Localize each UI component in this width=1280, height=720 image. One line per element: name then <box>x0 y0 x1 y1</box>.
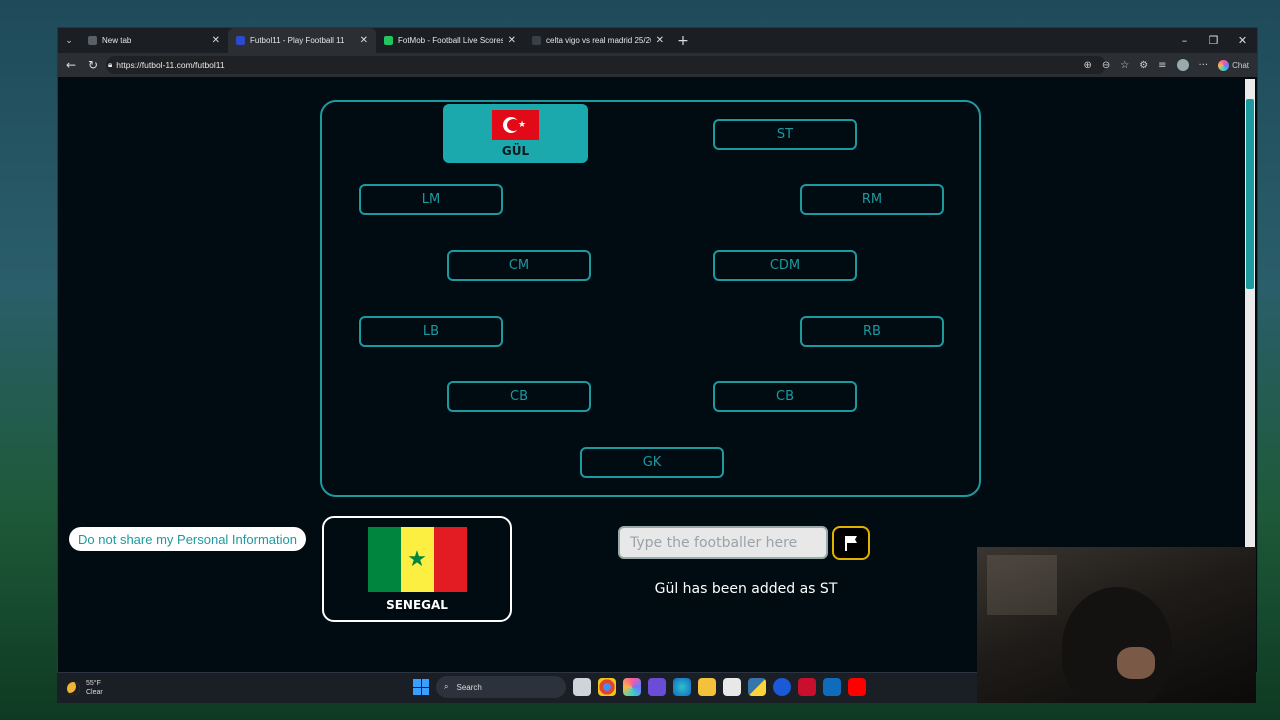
turkey-flag-icon: ★ <box>492 109 539 140</box>
weather-temp: 55°F <box>86 680 101 687</box>
search-icon: ⌕ <box>444 682 449 691</box>
do-not-share-button[interactable]: Do not share my Personal Information <box>69 527 306 551</box>
futbol11-favicon-icon <box>236 36 245 45</box>
teams-icon[interactable] <box>648 678 666 696</box>
tab-actions-menu-icon[interactable]: ⌄ <box>58 28 80 53</box>
fotmob-favicon-icon <box>384 36 393 45</box>
country-name: SENEGAL <box>386 597 448 612</box>
close-tab-icon[interactable]: ✕ <box>212 35 220 46</box>
webcam-overlay <box>977 547 1256 703</box>
tab-title: celta vigo vs real madrid 25/26 - S <box>546 36 651 45</box>
copilot-icon <box>1218 59 1230 71</box>
profile-avatar-icon[interactable] <box>1176 59 1189 71</box>
microsoft-store-icon[interactable] <box>723 678 741 696</box>
youtube-icon[interactable] <box>848 678 866 696</box>
window-controls: – ❐ ✕ <box>1170 28 1257 53</box>
url-field-background <box>106 56 1106 74</box>
tab-title: FotMob - Football Live Scores <box>398 36 503 45</box>
position-slot-lm[interactable]: LM <box>359 184 503 215</box>
position-slot-gk[interactable]: GK <box>580 447 724 478</box>
position-slot-cm[interactable]: CM <box>447 250 591 281</box>
hp-icon[interactable] <box>773 678 791 696</box>
collections-icon[interactable]: ≡ <box>1158 60 1166 71</box>
close-tab-icon[interactable]: ✕ <box>656 35 664 46</box>
task-view-icon[interactable] <box>573 678 591 696</box>
tab-futbol11[interactable]: Futbol11 - Play Football 11 ✕ <box>228 28 376 53</box>
windows-taskbar: 55°F Clear ⌕ Search <box>57 673 977 703</box>
read-aloud-icon[interactable]: ⊖ <box>1102 60 1110 71</box>
chat-label: Chat <box>1232 60 1249 70</box>
weather-desc: Clear <box>86 689 103 696</box>
copilot-chat-button[interactable]: Chat <box>1218 59 1249 71</box>
start-windows-icon[interactable] <box>413 679 429 695</box>
senegal-flag-icon: ★ <box>367 526 467 592</box>
mcafee-icon[interactable] <box>798 678 816 696</box>
new-tab-plus-icon[interactable]: + <box>672 33 694 49</box>
tab-new-tab[interactable]: New tab ✕ <box>80 28 228 53</box>
position-slot-filled[interactable]: ★ GÜL <box>443 104 588 163</box>
position-slot-rb[interactable]: RB <box>800 316 944 347</box>
formation-pitch <box>320 100 981 497</box>
tab-title: New tab <box>102 36 132 45</box>
position-slot-rm[interactable]: RM <box>800 184 944 215</box>
more-options-icon[interactable]: ··· <box>1199 60 1209 71</box>
position-slot-lb[interactable]: LB <box>359 316 503 347</box>
zoom-icon[interactable]: ⊕ <box>1083 60 1091 71</box>
extensions-icon[interactable]: ⚙ <box>1139 60 1148 71</box>
toolbar-icons: ⊕ ⊖ ☆ ⚙ ≡ ··· Chat <box>1083 53 1249 77</box>
taskbar-search[interactable]: ⌕ Search <box>436 676 566 698</box>
close-tab-icon[interactable]: ✕ <box>508 35 516 46</box>
scrollbar-thumb[interactable] <box>1246 99 1254 289</box>
position-slot-cb-left[interactable]: CB <box>447 381 591 412</box>
minimize-icon[interactable]: – <box>1170 28 1199 53</box>
tab-title: Futbol11 - Play Football 11 <box>250 36 345 45</box>
address-bar: ← ↻ 🔒︎ https://futbol-11.com/futbol11 ⊕ … <box>58 53 1257 77</box>
refresh-icon[interactable]: ↻ <box>86 58 100 72</box>
status-message: Gül has been added as ST <box>654 581 838 597</box>
close-tab-icon[interactable]: ✕ <box>360 35 368 46</box>
url-field[interactable]: 🔒︎ https://futbol-11.com/futbol11 <box>108 60 225 70</box>
new-tab-favicon-icon <box>88 36 97 45</box>
back-arrow-icon[interactable]: ← <box>64 58 78 72</box>
tab-search-celta[interactable]: celta vigo vs real madrid 25/26 - S ✕ <box>524 28 672 53</box>
tab-bar: ⌄ New tab ✕ Futbol11 - Play Football 11 … <box>58 28 1257 53</box>
lock-icon: 🔒︎ <box>108 60 113 69</box>
file-explorer-icon[interactable] <box>698 678 716 696</box>
edge-icon[interactable] <box>673 678 691 696</box>
position-slot-cb-right[interactable]: CB <box>713 381 857 412</box>
tab-fotmob[interactable]: FotMob - Football Live Scores ✕ <box>376 28 524 53</box>
taskbar-search-label: Search <box>456 682 482 692</box>
url-text: https://futbol-11.com/futbol11 <box>116 60 225 70</box>
outlook-icon[interactable] <box>823 678 841 696</box>
footballer-search-input[interactable] <box>618 526 828 559</box>
position-slot-st[interactable]: ST <box>713 119 857 150</box>
close-window-icon[interactable]: ✕ <box>1228 28 1257 53</box>
page-scrollbar[interactable] <box>1245 79 1255 549</box>
give-up-flag-button[interactable] <box>832 526 870 560</box>
copilot-app-icon[interactable] <box>623 678 641 696</box>
taskbar-apps: ⌕ Search <box>413 676 866 698</box>
placed-player-name: GÜL <box>501 143 530 158</box>
position-slot-cdm[interactable]: CDM <box>713 250 857 281</box>
moon-icon <box>67 681 80 695</box>
restore-icon[interactable]: ❐ <box>1199 28 1228 53</box>
flag-icon <box>845 536 857 551</box>
country-card: ★ SENEGAL <box>322 516 512 622</box>
chrome-icon[interactable] <box>598 678 616 696</box>
python-icon[interactable] <box>748 678 766 696</box>
weather-widget[interactable]: 55°F Clear <box>57 679 103 697</box>
favorite-star-icon[interactable]: ☆ <box>1120 60 1129 71</box>
search-favicon-icon <box>532 36 541 45</box>
